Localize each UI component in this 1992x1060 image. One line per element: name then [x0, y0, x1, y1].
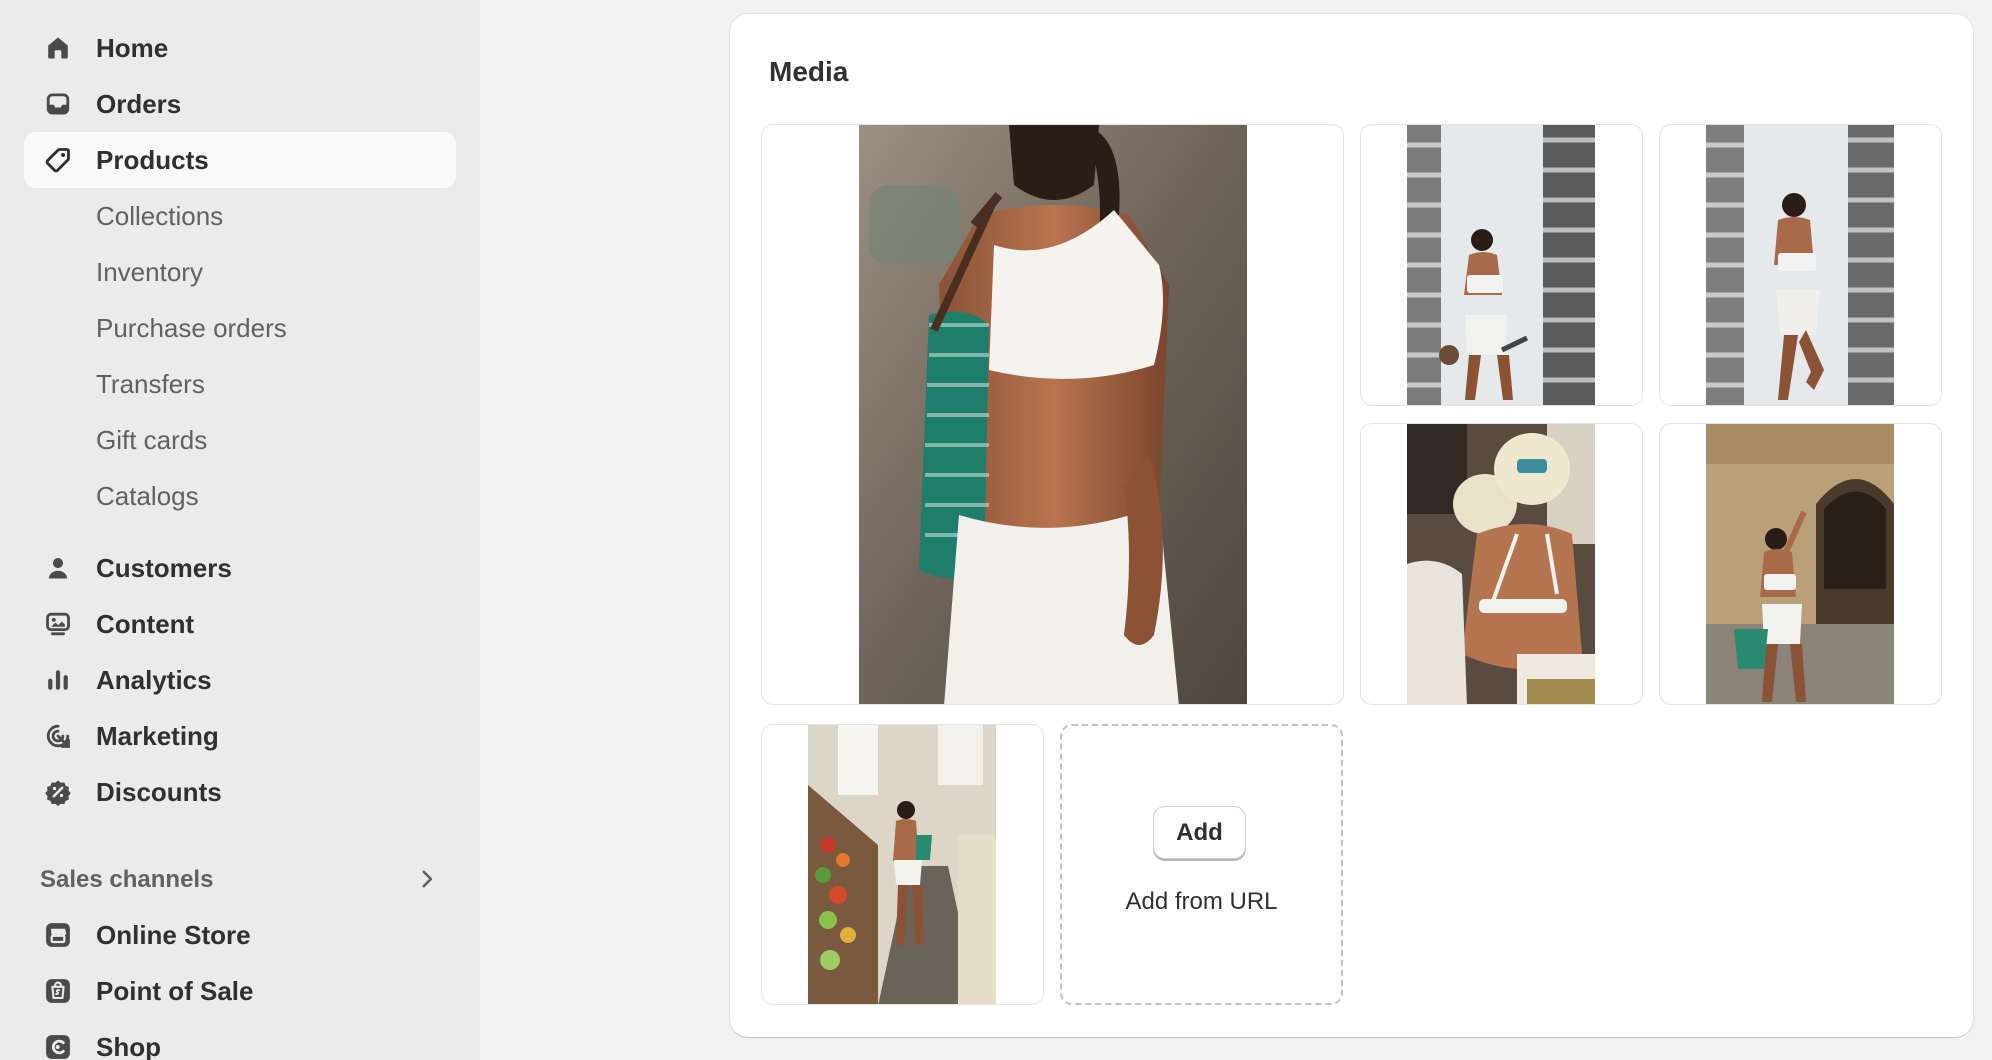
image-content-icon	[44, 610, 72, 638]
sidebar-subitem-label: Gift cards	[96, 425, 208, 455]
home-icon	[44, 34, 72, 62]
sidebar-item-label: Analytics	[96, 664, 212, 695]
person-icon	[44, 554, 72, 582]
media-card: Media Add Add from URL	[730, 14, 1973, 1037]
tag-icon	[44, 146, 72, 174]
sidebar-subitem-label: Inventory	[96, 257, 203, 287]
sidebar-item-point-of-sale[interactable]: Point of Sale	[24, 963, 456, 1019]
sidebar-item-marketing[interactable]: Marketing	[24, 708, 456, 764]
inbox-icon	[44, 90, 72, 118]
sidebar-subitem-purchase-orders[interactable]: Purchase orders	[24, 300, 456, 356]
sidebar-item-discounts[interactable]: Discounts	[24, 764, 456, 820]
sidebar-item-label: Shop	[96, 1031, 161, 1060]
media-tile-thumbnail[interactable]	[1659, 124, 1942, 406]
media-dropzone[interactable]: Add Add from URL	[1060, 724, 1343, 1005]
media-tile-thumbnail[interactable]	[1360, 423, 1643, 705]
sidebar-item-home[interactable]: Home	[24, 20, 456, 76]
discount-badge-icon	[44, 778, 72, 806]
product-photo	[1407, 424, 1595, 704]
sidebar-subitem-catalogs[interactable]: Catalogs	[24, 468, 456, 524]
sidebar-item-orders[interactable]: Orders	[24, 76, 456, 132]
sidebar-item-label: Orders	[96, 88, 182, 119]
bar-chart-icon	[44, 666, 72, 694]
sidebar-subitem-label: Transfers	[96, 369, 205, 399]
storefront-icon	[44, 921, 72, 949]
chevron-right-icon[interactable]	[414, 866, 440, 892]
sales-channels-label: Sales channels	[40, 866, 214, 893]
sidebar-item-label: Customers	[96, 552, 232, 583]
sidebar: Home Orders Products Collections Invento…	[0, 0, 480, 1060]
media-tile-thumbnail[interactable]	[1659, 423, 1942, 705]
shop-app-icon	[44, 1033, 72, 1060]
sidebar-item-online-store[interactable]: Online Store	[24, 907, 456, 963]
sidebar-item-label: Home	[96, 32, 169, 63]
sidebar-subitem-inventory[interactable]: Inventory	[24, 244, 456, 300]
sidebar-item-label: Discounts	[96, 776, 222, 807]
media-tile-thumbnail[interactable]	[1360, 124, 1643, 406]
sales-channels-header[interactable]: Sales channels	[24, 852, 456, 908]
media-tile-featured[interactable]	[761, 124, 1344, 705]
sidebar-subitem-label: Catalogs	[96, 481, 199, 511]
sidebar-item-label: Products	[96, 144, 209, 175]
sidebar-subitem-collections[interactable]: Collections	[24, 188, 456, 244]
sidebar-item-customers[interactable]: Customers	[24, 540, 456, 596]
sidebar-item-label: Point of Sale	[96, 975, 254, 1006]
product-photo	[808, 725, 996, 1004]
product-photo	[1407, 125, 1595, 405]
sidebar-item-label: Marketing	[96, 720, 219, 751]
add-media-button[interactable]: Add	[1153, 806, 1246, 859]
sidebar-item-content[interactable]: Content	[24, 596, 456, 652]
product-photo	[859, 125, 1247, 704]
pos-bag-icon	[44, 977, 72, 1005]
sidebar-item-analytics[interactable]: Analytics	[24, 652, 456, 708]
sidebar-subitem-transfers[interactable]: Transfers	[24, 356, 456, 412]
sidebar-subitem-label: Collections	[96, 201, 224, 231]
media-tile-thumbnail[interactable]	[761, 724, 1044, 1005]
sidebar-subitem-gift-cards[interactable]: Gift cards	[24, 412, 456, 468]
product-photo	[1706, 424, 1894, 704]
sidebar-subitem-label: Purchase orders	[96, 313, 287, 343]
sidebar-item-shop[interactable]: Shop	[24, 1019, 456, 1060]
product-photo	[1706, 125, 1894, 405]
media-title: Media	[769, 56, 849, 87]
sidebar-item-label: Content	[96, 608, 195, 639]
target-icon	[44, 722, 72, 750]
sidebar-item-label: Online Store	[96, 919, 251, 950]
sidebar-item-products[interactable]: Products	[24, 132, 456, 188]
add-from-url-link[interactable]: Add from URL	[1062, 888, 1341, 916]
